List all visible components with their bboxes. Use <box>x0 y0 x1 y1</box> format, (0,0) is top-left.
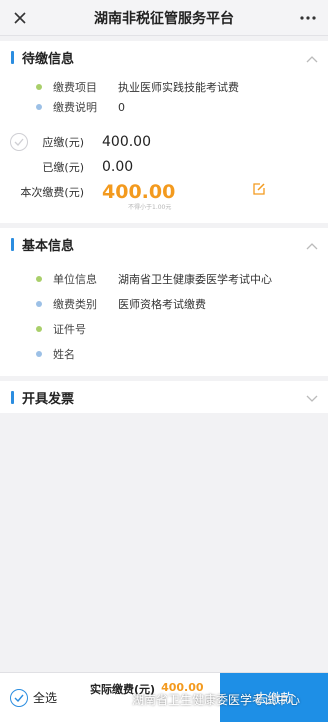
info-row-id-number: 证件号 <box>0 316 328 341</box>
paid-row: 已缴(元) 0.00 <box>0 154 328 179</box>
select-all-label: 全选 <box>33 691 58 705</box>
pending-section: 待缴信息 缴费项目 执业医师实践技能考试费 缴费说明 0 应缴(元) 400.0… <box>0 41 328 223</box>
accent-bar <box>11 237 14 251</box>
bullet-dot <box>36 325 42 332</box>
minimum-hint: 不得小于1.00元 <box>128 204 172 211</box>
basic-info-list: 单位信息 湖南省卫生健康委医学考试中心 缴费类别 医师资格考试缴费 证件号 姓名 <box>0 260 328 376</box>
chevron-down-icon[interactable] <box>306 388 318 407</box>
bullet-dot <box>36 350 42 357</box>
info-row-category: 缴费类别 医师资格考试缴费 <box>0 291 328 316</box>
page-title: 湖南非税征管服务平台 <box>94 10 234 27</box>
pending-section-header[interactable]: 待缴信息 <box>0 41 328 73</box>
info-label: 缴费说明 <box>53 101 97 114</box>
total-label: 实际缴费(元) <box>90 683 156 696</box>
more-icon[interactable] <box>298 8 318 28</box>
current-payment-label: 本次缴费(元) <box>20 185 84 199</box>
basic-section: 基本信息 单位信息 湖南省卫生健康委医学考试中心 缴费类别 医师资格考试缴费 证… <box>0 228 328 376</box>
close-icon[interactable] <box>10 8 30 28</box>
info-row-name: 姓名 <box>0 341 328 366</box>
info-label: 缴费类别 <box>53 297 97 311</box>
total-amount: 实际缴费(元) 400.00 <box>90 673 220 722</box>
chevron-up-icon[interactable] <box>306 235 318 254</box>
info-label: 缴费项目 <box>53 81 97 94</box>
accent-bar <box>11 50 14 64</box>
invoice-section-title: 开具发票 <box>22 391 75 407</box>
pay-button[interactable]: 去缴款 <box>220 673 328 722</box>
item-check-circle[interactable] <box>10 133 28 151</box>
pending-info-list: 缴费项目 执业医师实践技能考试费 缴费说明 0 <box>0 73 328 125</box>
info-value: 医师资格考试缴费 <box>118 297 206 311</box>
bullet-dot <box>36 84 42 90</box>
due-row: 应缴(元) 400.00 <box>0 129 328 154</box>
chevron-up-icon[interactable] <box>306 48 318 67</box>
info-label: 姓名 <box>53 347 75 361</box>
check-icon <box>14 694 24 702</box>
due-value: 400.00 <box>102 133 151 150</box>
invoice-section: 开具发票 <box>0 381 328 413</box>
select-all-check-circle[interactable] <box>10 688 28 707</box>
info-row-item: 缴费项目 执业医师实践技能考试费 <box>0 77 328 97</box>
basic-section-header[interactable]: 基本信息 <box>0 228 328 260</box>
info-label: 单位信息 <box>53 272 97 286</box>
select-all[interactable]: 全选 <box>0 673 90 722</box>
edit-icon[interactable] <box>252 181 266 195</box>
bullet-dot <box>36 275 42 282</box>
current-payment-row: 本次缴费(元) 400.00 <box>0 179 328 204</box>
title-bar: 湖南非税征管服务平台 <box>0 0 328 36</box>
info-label: 证件号 <box>53 322 86 336</box>
invoice-section-header[interactable]: 开具发票 <box>0 381 328 413</box>
accent-bar <box>11 390 14 404</box>
info-row-unit: 单位信息 湖南省卫生健康委医学考试中心 <box>0 266 328 291</box>
amount-block: 应缴(元) 400.00 已缴(元) 0.00 本次缴费(元) 400.00 不… <box>0 125 328 223</box>
info-value: 湖南省卫生健康委医学考试中心 <box>118 272 272 286</box>
paid-value: 0.00 <box>102 158 134 175</box>
info-value: 0 <box>118 100 125 114</box>
bullet-dot <box>36 104 42 110</box>
bullet-dot <box>36 300 42 307</box>
bottom-action-bar: 全选 实际缴费(元) 400.00 去缴款 <box>0 672 328 722</box>
check-icon <box>14 138 24 146</box>
total-value: 400.00 <box>161 681 204 694</box>
info-value: 执业医师实践技能考试费 <box>118 81 239 94</box>
pending-section-title: 待缴信息 <box>22 51 75 67</box>
paid-label: 已缴(元) <box>42 160 84 174</box>
current-payment-value[interactable]: 400.00 <box>102 181 175 203</box>
info-row-description: 缴费说明 0 <box>0 97 328 117</box>
basic-section-title: 基本信息 <box>22 238 75 254</box>
